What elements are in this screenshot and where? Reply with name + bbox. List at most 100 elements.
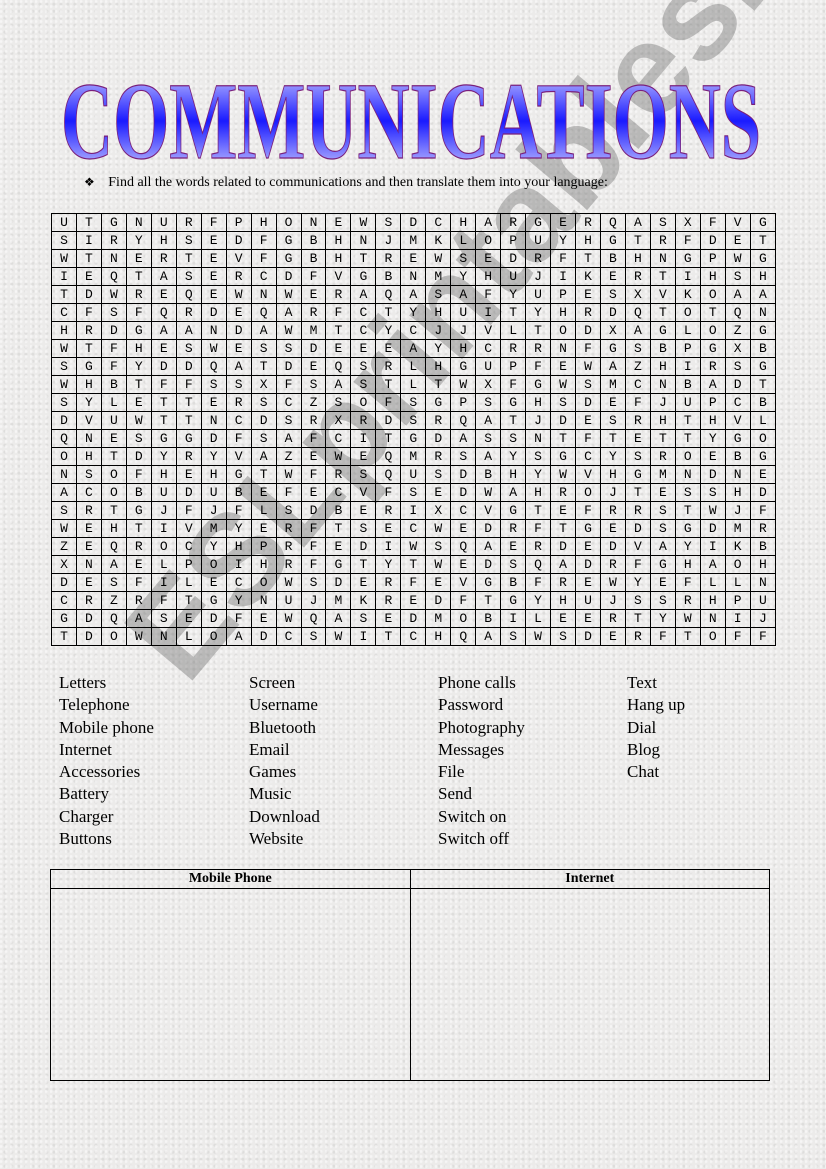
grid-cell[interactable]: C: [575, 447, 601, 466]
grid-cell[interactable]: E: [599, 393, 626, 412]
grid-cell[interactable]: D: [225, 321, 252, 340]
grid-cell[interactable]: R: [275, 519, 302, 538]
grid-cell[interactable]: L: [175, 627, 202, 646]
grid-cell[interactable]: D: [400, 609, 427, 628]
grid-cell[interactable]: S: [649, 213, 676, 232]
grid-cell[interactable]: G: [599, 339, 626, 358]
grid-cell[interactable]: A: [250, 447, 277, 466]
grid-cell[interactable]: T: [375, 429, 402, 448]
grid-cell[interactable]: G: [125, 501, 152, 520]
grid-cell[interactable]: E: [325, 213, 352, 232]
grid-cell[interactable]: C: [350, 303, 377, 322]
grid-cell[interactable]: R: [599, 555, 626, 574]
grid-cell[interactable]: V: [575, 465, 601, 484]
grid-cell[interactable]: W: [200, 339, 227, 358]
grid-cell[interactable]: F: [225, 501, 252, 520]
grid-cell[interactable]: Y: [400, 303, 427, 322]
grid-cell[interactable]: J: [749, 609, 777, 628]
grid-cell[interactable]: R: [500, 519, 527, 538]
grid-cell[interactable]: T: [649, 303, 676, 322]
grid-cell[interactable]: E: [200, 249, 227, 268]
grid-cell[interactable]: F: [525, 357, 552, 376]
grid-cell[interactable]: S: [300, 375, 327, 394]
grid-cell[interactable]: E: [250, 483, 277, 502]
grid-cell[interactable]: A: [250, 321, 277, 340]
grid-cell[interactable]: D: [699, 231, 726, 250]
grid-cell[interactable]: O: [575, 483, 601, 502]
grid-cell[interactable]: O: [250, 573, 277, 592]
grid-cell[interactable]: H: [724, 483, 751, 502]
grid-cell[interactable]: F: [500, 375, 527, 394]
grid-cell[interactable]: X: [475, 375, 502, 394]
grid-cell[interactable]: C: [250, 267, 277, 286]
grid-cell[interactable]: K: [350, 591, 377, 610]
grid-cell[interactable]: N: [150, 627, 177, 646]
grid-cell[interactable]: N: [724, 465, 751, 484]
grid-cell[interactable]: E: [550, 213, 577, 232]
grid-cell[interactable]: G: [500, 591, 527, 610]
grid-cell[interactable]: W: [325, 447, 352, 466]
grid-cell[interactable]: S: [275, 339, 302, 358]
grid-cell[interactable]: D: [175, 357, 202, 376]
grid-cell[interactable]: A: [749, 285, 777, 304]
grid-cell[interactable]: P: [699, 393, 726, 412]
grid-cell[interactable]: N: [200, 411, 227, 430]
grid-cell[interactable]: C: [450, 501, 477, 520]
grid-cell[interactable]: I: [75, 231, 102, 250]
grid-cell[interactable]: A: [649, 537, 676, 556]
grid-cell[interactable]: F: [575, 501, 601, 520]
grid-cell[interactable]: H: [450, 213, 477, 232]
grid-cell[interactable]: C: [350, 321, 377, 340]
grid-cell[interactable]: C: [624, 375, 651, 394]
grid-cell[interactable]: N: [200, 321, 227, 340]
grid-cell[interactable]: W: [275, 465, 302, 484]
grid-cell[interactable]: G: [500, 501, 527, 520]
grid-cell[interactable]: A: [400, 339, 427, 358]
grid-cell[interactable]: Q: [724, 303, 751, 322]
grid-cell[interactable]: W: [699, 501, 726, 520]
grid-cell[interactable]: U: [400, 465, 427, 484]
grid-cell[interactable]: D: [51, 411, 77, 430]
grid-cell[interactable]: E: [575, 411, 601, 430]
grid-cell[interactable]: B: [475, 465, 502, 484]
grid-cell[interactable]: S: [525, 447, 552, 466]
grid-cell[interactable]: G: [51, 609, 77, 628]
grid-cell[interactable]: T: [75, 213, 102, 232]
grid-cell[interactable]: D: [450, 465, 477, 484]
grid-cell[interactable]: A: [150, 321, 177, 340]
grid-cell[interactable]: F: [475, 285, 502, 304]
grid-cell[interactable]: D: [200, 429, 227, 448]
grid-cell[interactable]: S: [175, 267, 202, 286]
grid-cell[interactable]: O: [200, 627, 227, 646]
grid-cell[interactable]: A: [275, 303, 302, 322]
grid-cell[interactable]: G: [275, 249, 302, 268]
grid-cell[interactable]: Q: [200, 357, 227, 376]
grid-cell[interactable]: T: [699, 303, 726, 322]
grid-cell[interactable]: E: [575, 609, 601, 628]
grid-cell[interactable]: F: [674, 231, 701, 250]
grid-cell[interactable]: Y: [450, 267, 477, 286]
grid-cell[interactable]: Y: [200, 537, 227, 556]
grid-cell[interactable]: R: [500, 213, 527, 232]
grid-cell[interactable]: H: [699, 591, 726, 610]
grid-cell[interactable]: W: [475, 483, 502, 502]
grid-cell[interactable]: W: [51, 249, 77, 268]
grid-cell[interactable]: M: [724, 519, 751, 538]
grid-cell[interactable]: J: [724, 501, 751, 520]
grid-cell[interactable]: X: [51, 555, 77, 574]
grid-cell[interactable]: F: [300, 555, 327, 574]
grid-cell[interactable]: Z: [51, 537, 77, 556]
grid-cell[interactable]: E: [100, 429, 127, 448]
grid-cell[interactable]: V: [475, 501, 502, 520]
grid-cell[interactable]: G: [724, 429, 751, 448]
internet-answer-cell[interactable]: [409, 888, 770, 1081]
grid-cell[interactable]: J: [300, 591, 327, 610]
grid-cell[interactable]: E: [375, 339, 402, 358]
grid-cell[interactable]: S: [674, 483, 701, 502]
grid-cell[interactable]: H: [749, 555, 777, 574]
grid-cell[interactable]: Y: [75, 393, 102, 412]
grid-cell[interactable]: O: [51, 447, 77, 466]
grid-cell[interactable]: T: [125, 267, 152, 286]
grid-cell[interactable]: C: [325, 429, 352, 448]
grid-cell[interactable]: E: [350, 573, 377, 592]
